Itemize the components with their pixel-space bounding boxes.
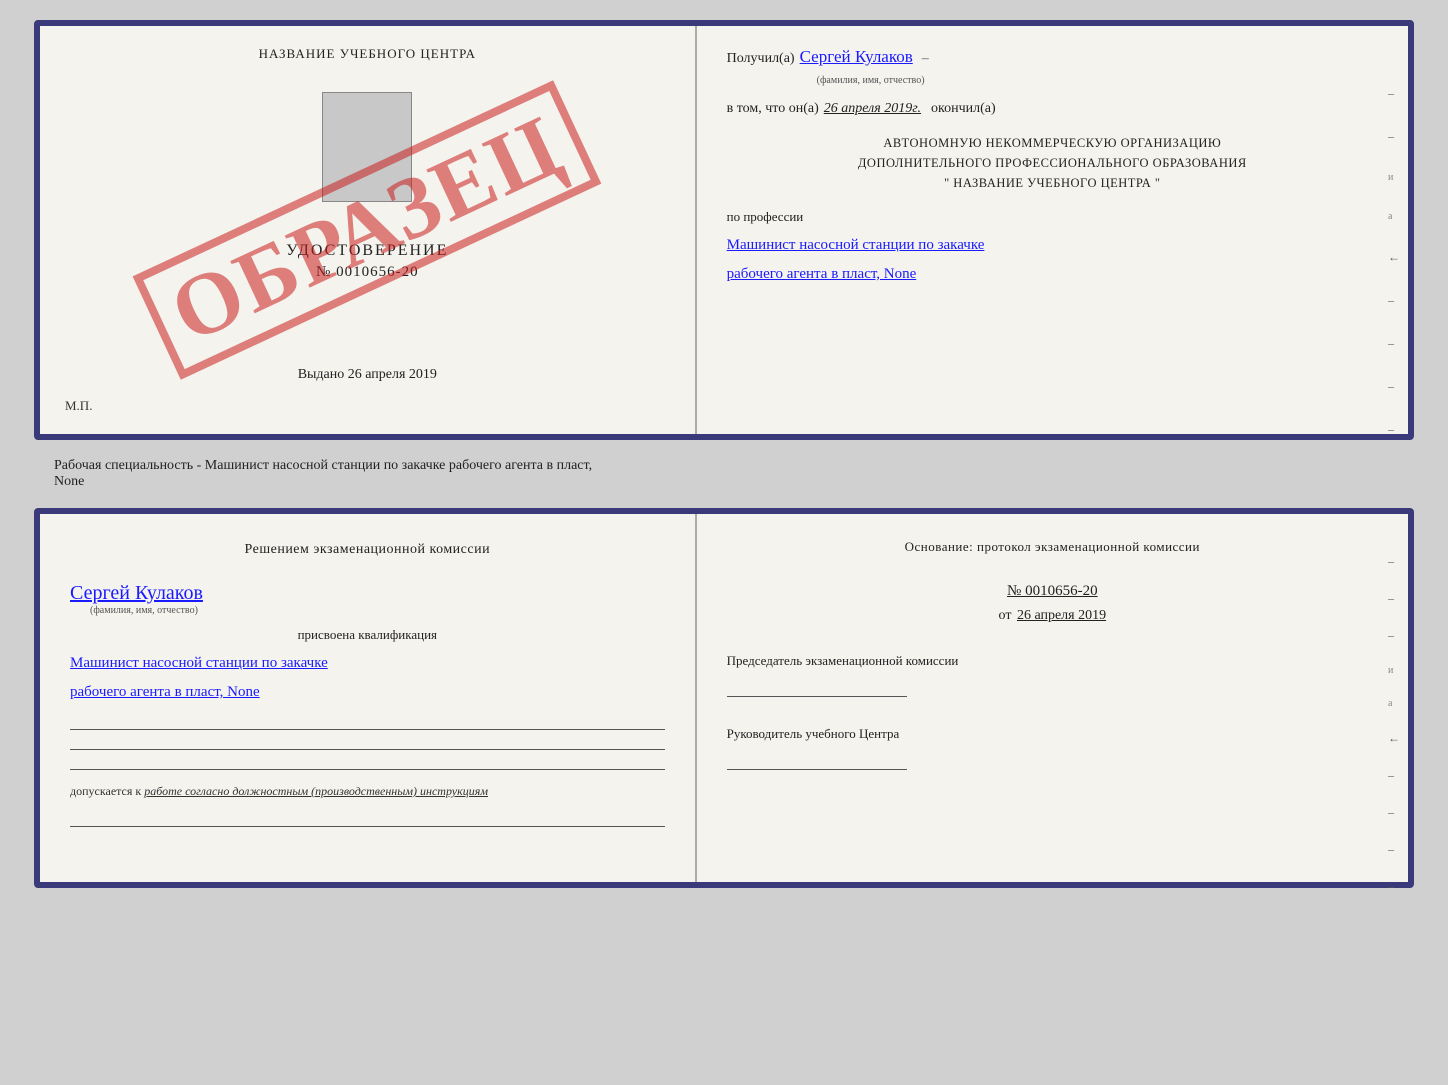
chairman-block: Председатель экзаменационной комиссии [727,652,1378,697]
head-block: Руководитель учебного Центра [727,725,1378,770]
org-line2: ДОПОЛНИТЕЛЬНОГО ПРОФЕССИОНАЛЬНОГО ОБРАЗО… [727,153,1378,173]
osnov-title: Основание: протокол экзаменационной коми… [727,539,1378,555]
issued-text: Выдано [298,367,345,382]
person-name: Сергей Кулаков [70,582,203,605]
profession-label: по профессии [727,209,1378,225]
date-suffix: окончил(а) [931,101,996,117]
protocol-date-value: 26 апреля 2019 [1017,608,1106,623]
specialty-text-line1: Рабочая специальность - Машинист насосно… [54,458,1394,474]
bottom-right-panel: Основание: протокол экзаменационной коми… [697,514,1408,882]
underline-final [70,809,665,827]
name-sublabel: (фамилия, имя, отчество) [90,605,198,616]
page-wrapper: НАЗВАНИЕ УЧЕБНОГО ЦЕНТРА ОБРАЗЕЦ УДОСТОВ… [0,0,1448,1085]
profession-prefix: по профессии [727,209,804,224]
protocol-date-prefix: от [999,608,1012,623]
specialty-text-line2: None [54,474,1394,490]
date-value: 26 апреля 2019г. [824,101,921,117]
cert-right-panel: Получил(а) Сергей Кулаков – (фамилия, им… [697,26,1408,434]
protocol-date: от 26 апреля 2019 [727,608,1378,624]
middle-text-strip: Рабочая специальность - Машинист насосно… [34,450,1414,498]
допускается-prefix: допускается к [70,784,141,798]
commission-title: Решением экзаменационной комиссии [70,539,665,560]
recipient-line: Получил(а) Сергей Кулаков – [727,46,1378,67]
recipient-sublabel: (фамилия, имя, отчество) [817,75,925,86]
certificate-number: № 0010656-20 [316,264,419,281]
bottom-left-panel: Решением экзаменационной комиссии Сергей… [40,514,697,882]
issued-line: Выдано 26 апреля 2019 [298,367,437,393]
profession-line1: Машинист насосной станции по закачке [727,237,1378,254]
recipient-prefix: Получил(а) [727,51,795,67]
underline-3 [70,752,665,770]
issued-date: 26 апреля 2019 [348,367,437,382]
recipient-name: Сергей Кулаков [800,46,913,67]
cert-left-panel: НАЗВАНИЕ УЧЕБНОГО ЦЕНТРА ОБРАЗЕЦ УДОСТОВ… [40,26,697,434]
org-line1: АВТОНОМНУЮ НЕКОММЕРЧЕСКУЮ ОРГАНИЗАЦИЮ [727,133,1378,153]
mp-label: М.П. [65,398,92,414]
допускается-text: работе согласно должностным (производств… [144,784,488,798]
underline-1 [70,712,665,730]
qualification-line2: рабочего агента в пласт, None [70,684,665,701]
photo-placeholder [322,92,412,202]
date-prefix: в том, что он(а) [727,101,819,117]
profession-line2: рабочего агента в пласт, None [727,266,1378,283]
side-dashes: – – и а ← – – – – [1388,86,1400,437]
org-line3: " НАЗВАНИЕ УЧЕБНОГО ЦЕНТРА " [727,173,1378,193]
date-line: в том, что он(а) 26 апреля 2019г. окончи… [727,101,1378,117]
underline-2 [70,732,665,750]
certificate-bottom: Решением экзаменационной комиссии Сергей… [34,508,1414,888]
qualification-line1: Машинист насосной станции по закачке [70,655,665,672]
head-label: Руководитель учебного Центра [727,725,1378,743]
chairman-sig-line [727,675,907,697]
certificate-label: УДОСТОВЕРЕНИЕ [286,242,448,260]
bottom-right-dashes: – – – и а ← – – – – [1388,554,1400,894]
chairman-label: Председатель экзаменационной комиссии [727,652,1378,670]
certificate-top: НАЗВАНИЕ УЧЕБНОГО ЦЕНТРА ОБРАЗЕЦ УДОСТОВ… [34,20,1414,440]
допускается-line: допускается к работе согласно должностны… [70,784,665,799]
org-block: АВТОНОМНУЮ НЕКОММЕРЧЕСКУЮ ОРГАНИЗАЦИЮ ДО… [727,133,1378,193]
protocol-number: № 0010656-20 [727,583,1378,600]
head-sig-line [727,748,907,770]
qualification-label: присвоена квалификация [70,627,665,643]
school-name-top: НАЗВАНИЕ УЧЕБНОГО ЦЕНТРА [259,46,476,62]
bottom-lines-block [70,712,665,770]
